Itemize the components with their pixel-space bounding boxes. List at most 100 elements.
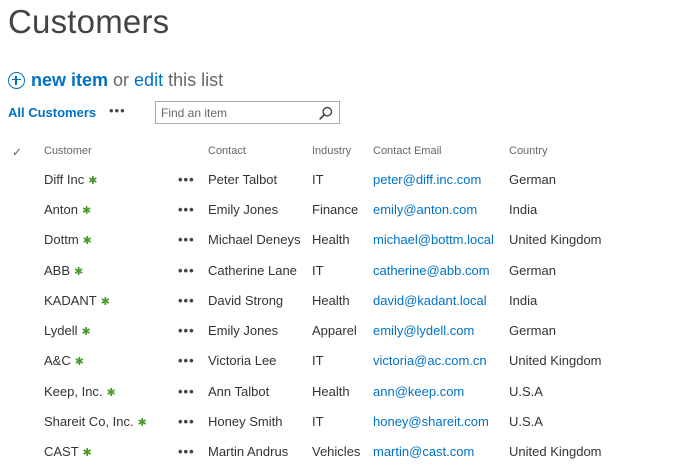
customer-cell: Dottm ✱ xyxy=(44,232,92,247)
industry-cell: Finance xyxy=(312,202,359,217)
table-row: Dottm ✱ ••• Michael Deneys Health michael… xyxy=(0,225,687,255)
contact-cell: Honey Smith xyxy=(208,414,283,429)
email-link[interactable]: ann@keep.com xyxy=(373,384,464,399)
customer-cell: Lydell ✱ xyxy=(44,323,91,338)
industry-cell: Health xyxy=(312,384,350,399)
email-link[interactable]: peter@diff.inc.com xyxy=(373,172,481,187)
country-cell: German xyxy=(509,172,556,187)
view-all-customers[interactable]: All Customers xyxy=(8,105,96,120)
customer-link[interactable]: Lydell xyxy=(44,323,77,338)
row-menu-button[interactable]: ••• xyxy=(178,414,195,429)
customer-cell: ABB ✱ xyxy=(44,263,83,278)
customer-link[interactable]: KADANT xyxy=(44,293,97,308)
customer-link[interactable]: ABB xyxy=(44,263,70,278)
email-link[interactable]: catherine@abb.com xyxy=(373,263,490,278)
country-cell: India xyxy=(509,202,538,217)
industry-cell: Vehicles xyxy=(312,444,361,459)
email-link[interactable]: david@kadant.local xyxy=(373,293,487,308)
page-title: Customers xyxy=(8,3,170,40)
country-cell: India xyxy=(509,293,538,308)
row-menu-button[interactable]: ••• xyxy=(178,263,195,278)
plus-circle-icon[interactable] xyxy=(8,71,25,89)
contact-cell: Catherine Lane xyxy=(208,263,297,278)
table-row: ABB ✱ ••• Catherine Lane IT catherine@abb… xyxy=(0,256,687,286)
view-more-button[interactable]: ••• xyxy=(109,103,126,118)
row-menu-button[interactable]: ••• xyxy=(178,293,195,308)
country-cell: United Kingdom xyxy=(509,444,602,459)
contact-cell: Peter Talbot xyxy=(208,172,278,187)
contact-cell: Emily Jones xyxy=(208,202,279,217)
row-menu-button[interactable]: ••• xyxy=(178,323,195,338)
contact-cell: Ann Talbot xyxy=(208,384,270,399)
search-icon[interactable] xyxy=(319,106,333,120)
table-row: KADANT ✱ ••• David Strong Health david@ka… xyxy=(0,286,687,316)
edit-link[interactable]: edit xyxy=(134,70,163,91)
new-item-icon: ✱ xyxy=(81,326,91,338)
search-box xyxy=(155,101,340,124)
row-menu-button[interactable]: ••• xyxy=(178,172,195,187)
contact-cell: Victoria Lee xyxy=(208,353,277,368)
header-industry[interactable]: Industry xyxy=(312,145,351,157)
header-country[interactable]: Country xyxy=(509,145,548,157)
new-item-icon: ✱ xyxy=(137,417,147,429)
customer-cell: Keep, Inc. ✱ xyxy=(44,384,116,399)
email-link[interactable]: honey@shareit.com xyxy=(373,414,489,429)
country-cell: United Kingdom xyxy=(509,353,602,368)
row-menu-button[interactable]: ••• xyxy=(178,202,195,217)
this-list-text: this list xyxy=(168,69,224,90)
customer-link[interactable]: A&C xyxy=(44,353,71,368)
search-input[interactable] xyxy=(156,102,311,123)
email-link[interactable]: victoria@ac.com.cn xyxy=(373,353,487,368)
table-row: Shareit Co, Inc. ✱ ••• Honey Smith IT hon… xyxy=(0,407,687,437)
country-cell: German xyxy=(509,263,556,278)
new-item-icon: ✱ xyxy=(81,205,92,217)
header-contact-email[interactable]: Contact Email xyxy=(373,145,441,157)
contact-cell: David Strong xyxy=(208,293,284,308)
customer-link[interactable]: Anton xyxy=(44,202,78,217)
email-link[interactable]: emily@anton.com xyxy=(373,202,477,217)
customer-cell: CAST ✱ xyxy=(44,444,92,459)
table-row: Anton ✱ ••• Emily Jones Finance emily@ant… xyxy=(0,195,687,225)
country-cell: German xyxy=(509,323,556,338)
new-item-icon: ✱ xyxy=(74,356,84,368)
new-item-link[interactable]: new item xyxy=(31,70,108,91)
new-item-icon: ✱ xyxy=(88,175,98,187)
contact-cell: Michael Deneys xyxy=(208,232,301,247)
email-link[interactable]: emily@lydell.com xyxy=(373,323,474,338)
country-cell: U.S.A xyxy=(509,414,543,429)
customer-link[interactable]: Keep, Inc. xyxy=(44,384,103,399)
industry-cell: Apparel xyxy=(312,323,357,338)
page: Customers new item or edit this list All… xyxy=(0,0,687,472)
new-item-bar: new item or edit this list xyxy=(8,67,223,93)
row-menu-button[interactable]: ••• xyxy=(178,444,195,459)
industry-cell: IT xyxy=(312,172,324,187)
country-cell: U.S.A xyxy=(509,384,543,399)
new-item-icon: ✱ xyxy=(82,235,92,247)
table-row: Diff Inc ✱ ••• Peter Talbot IT peter@diff… xyxy=(0,165,687,195)
contact-cell: Emily Jones xyxy=(208,323,279,338)
customer-cell: Shareit Co, Inc. ✱ xyxy=(44,414,147,429)
industry-cell: Health xyxy=(312,293,350,308)
customer-link[interactable]: Shareit Co, Inc. xyxy=(44,414,134,429)
new-item-icon: ✱ xyxy=(106,387,116,399)
table-row: A&C ✱ ••• Victoria Lee IT victoria@ac.com… xyxy=(0,346,687,376)
industry-cell: IT xyxy=(312,263,324,278)
customer-link[interactable]: Dottm xyxy=(44,232,79,247)
email-link[interactable]: michael@bottm.local xyxy=(373,232,494,247)
header-contact[interactable]: Contact xyxy=(208,145,246,157)
customer-link[interactable]: CAST xyxy=(44,444,79,459)
email-link[interactable]: martin@cast.com xyxy=(373,444,474,459)
new-item-icon: ✱ xyxy=(82,447,92,459)
table-header: ✓ Customer Contact Industry Contact Emai… xyxy=(0,141,687,161)
row-menu-button[interactable]: ••• xyxy=(178,353,195,368)
row-menu-button[interactable]: ••• xyxy=(178,384,195,399)
header-customer[interactable]: Customer xyxy=(44,145,92,157)
customer-cell: Anton ✱ xyxy=(44,202,91,217)
customer-cell: KADANT ✱ xyxy=(44,293,110,308)
customer-cell: Diff Inc ✱ xyxy=(44,172,97,187)
industry-cell: IT xyxy=(312,414,324,429)
select-all-checkmark-icon[interactable]: ✓ xyxy=(12,145,22,159)
table-row: Keep, Inc. ✱ ••• Ann Talbot Health ann@ke… xyxy=(0,377,687,407)
row-menu-button[interactable]: ••• xyxy=(178,232,195,247)
customer-link[interactable]: Diff Inc xyxy=(44,172,84,187)
